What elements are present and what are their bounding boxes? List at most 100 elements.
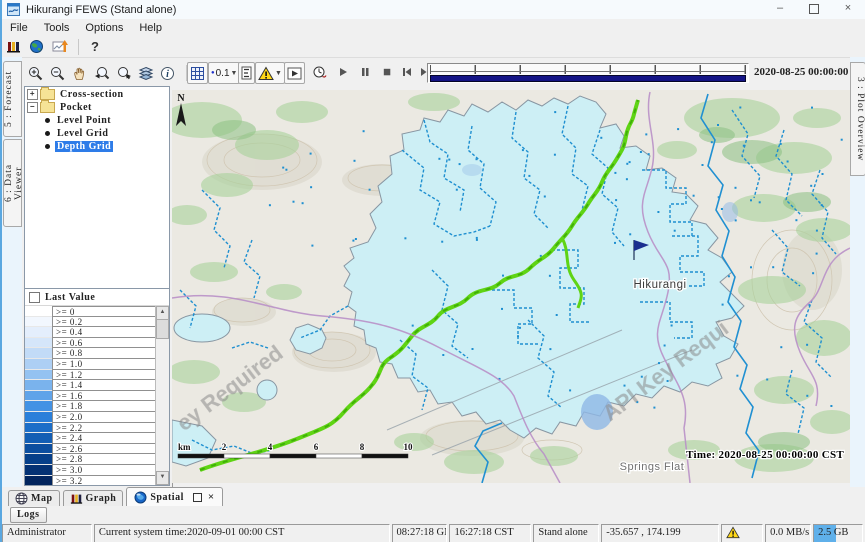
tree-item-label: Pocket: [58, 102, 94, 113]
close-button[interactable]: ×: [831, 0, 865, 19]
folder-icon: [40, 89, 55, 100]
map-viewport[interactable]: ey Required API Key Requi N Hikurangi Sp…: [172, 90, 850, 483]
legend-row: >= 3.0: [25, 465, 156, 476]
last-value-checkbox[interactable]: [29, 292, 40, 303]
tab-forecast[interactable]: 5 : Forecast: [3, 61, 22, 137]
legend-value: >= 0.6: [52, 338, 156, 349]
pan-hand-button[interactable]: [70, 62, 89, 84]
time-slider-period-bar: [430, 75, 746, 82]
grid-threshold-dropdown[interactable]: ●0.1▼: [208, 62, 240, 84]
tree-item-level-point[interactable]: Level Point: [25, 114, 169, 126]
step-back-button[interactable]: [398, 62, 416, 82]
zoom-out-button[interactable]: [48, 62, 67, 84]
tree-item-level-grid[interactable]: Level Grid: [25, 127, 169, 139]
legend-list: >= 0>= 0.2>= 0.4>= 0.6>= 0.8>= 1.0>= 1.2…: [25, 306, 156, 485]
zoom-previous-button[interactable]: [92, 62, 111, 84]
tree-item-label: Depth Grid: [55, 141, 113, 152]
tab-close-icon[interactable]: ×: [208, 491, 215, 503]
legend-value: >= 2.0: [52, 412, 156, 423]
scroll-up-icon[interactable]: ▲: [156, 306, 169, 320]
legend-value: >= 1.8: [52, 401, 156, 412]
legend-swatch: [25, 359, 52, 370]
legend-value: >= 1.4: [52, 380, 156, 391]
legend-value: >= 0.4: [52, 327, 156, 338]
menu-help[interactable]: Help: [131, 21, 170, 35]
longitudinal-profile-button[interactable]: [238, 62, 255, 84]
zoom-in-button[interactable]: [26, 62, 45, 84]
menu-bar: FileToolsOptionsHelp: [2, 19, 865, 37]
logs-row: Logs: [2, 506, 865, 523]
status-alerts: [721, 524, 763, 542]
legend-panel: Last Value >= 0>= 0.2>= 0.4>= 0.6>= 0.8>…: [24, 288, 170, 486]
map-canvas[interactable]: ey Required API Key Requi N Hikurangi Sp…: [172, 90, 850, 483]
status-mode: Stand alone: [533, 524, 599, 542]
tab-plot-overview[interactable]: 3 : Plot Overview: [850, 62, 865, 176]
stop-button[interactable]: [378, 62, 396, 82]
map-display-icon[interactable]: [29, 39, 44, 54]
logs-button[interactable]: Logs: [10, 507, 47, 523]
scroll-thumb[interactable]: [156, 319, 169, 339]
legend-row: >= 1.0: [25, 359, 156, 370]
animation-panel-button[interactable]: [284, 62, 305, 84]
svg-text:8: 8: [360, 442, 365, 452]
window-title: Hikurangi FEWS (Stand alone): [26, 4, 176, 16]
tree-item-pocket[interactable]: − Pocket: [25, 101, 169, 113]
chevron-down-icon: ▼: [275, 70, 282, 77]
menu-tools[interactable]: Tools: [36, 21, 78, 35]
left-tab-strip: 5 : Forecast 6 : Data Viewer: [2, 57, 22, 487]
info-button[interactable]: i: [158, 62, 177, 84]
tab-data-viewer[interactable]: 6 : Data Viewer: [3, 139, 22, 227]
legend-value: >= 0: [52, 306, 156, 317]
tree-expander-icon[interactable]: −: [27, 102, 38, 113]
layers-button[interactable]: [136, 62, 155, 84]
grid-display-button[interactable]: [187, 62, 208, 84]
legend-swatch: [25, 454, 52, 465]
folder-icon: [40, 102, 55, 113]
legend-swatch: [25, 370, 52, 381]
legend-scrollbar[interactable]: ▲ ▼: [155, 306, 169, 485]
time-slider[interactable]: [427, 63, 749, 83]
status-user: Administrator: [2, 524, 92, 542]
thresholds-dropdown[interactable]: ▼: [255, 62, 285, 84]
tab-map[interactable]: Map: [8, 490, 60, 506]
tab-maximize-icon[interactable]: [193, 493, 202, 502]
tree-item-label: Level Grid: [55, 128, 110, 139]
menu-options[interactable]: Options: [77, 21, 131, 35]
tree-item-cross-section[interactable]: +Cross-section: [25, 88, 169, 100]
interval-display-icon[interactable]: [52, 39, 68, 54]
minimize-button[interactable]: –: [763, 0, 797, 19]
pause-button[interactable]: [356, 62, 374, 82]
title-bar: Hikurangi FEWS (Stand alone) – ×: [2, 0, 865, 19]
main-toolbar: ?: [2, 36, 865, 57]
warning-icon: [726, 526, 740, 539]
tab-spatial[interactable]: Spatial ×: [126, 487, 222, 506]
menu-file[interactable]: File: [2, 21, 36, 35]
animation-timer-button[interactable]: [310, 62, 328, 82]
tab-graph[interactable]: Graph: [63, 490, 124, 506]
status-gmt-time: 08:27:18 GMT: [392, 524, 448, 542]
legend-swatch: [25, 317, 52, 328]
legend-swatch: [25, 412, 52, 423]
help-button[interactable]: ?: [85, 39, 105, 54]
legend-swatch: [25, 391, 52, 402]
svg-text:6: 6: [314, 442, 319, 452]
legend-row: >= 2.4: [25, 433, 156, 444]
legend-value: >= 0.2: [52, 317, 156, 328]
tree-item-depth-grid[interactable]: Depth Grid: [25, 140, 169, 152]
play-button[interactable]: [334, 62, 352, 82]
scroll-down-icon[interactable]: ▼: [156, 471, 169, 485]
town-label: Hikurangi: [633, 279, 686, 291]
node-bullet-icon: [45, 144, 50, 149]
legend-row: >= 0.6: [25, 338, 156, 349]
legend-row: >= 2.0: [25, 412, 156, 423]
legend-value: >= 1.2: [52, 370, 156, 381]
tree-expander-icon[interactable]: +: [27, 89, 38, 100]
status-bandwidth: 0.0 MB/s: [765, 524, 811, 542]
legend-swatch: [25, 423, 52, 434]
zoom-next-button[interactable]: [114, 62, 133, 84]
svg-text:10: 10: [404, 442, 414, 452]
maximize-button[interactable]: [797, 0, 831, 19]
legend-value: >= 2.4: [52, 433, 156, 444]
chevron-down-icon: ▼: [231, 70, 238, 77]
database-viewer-icon[interactable]: [6, 39, 21, 54]
